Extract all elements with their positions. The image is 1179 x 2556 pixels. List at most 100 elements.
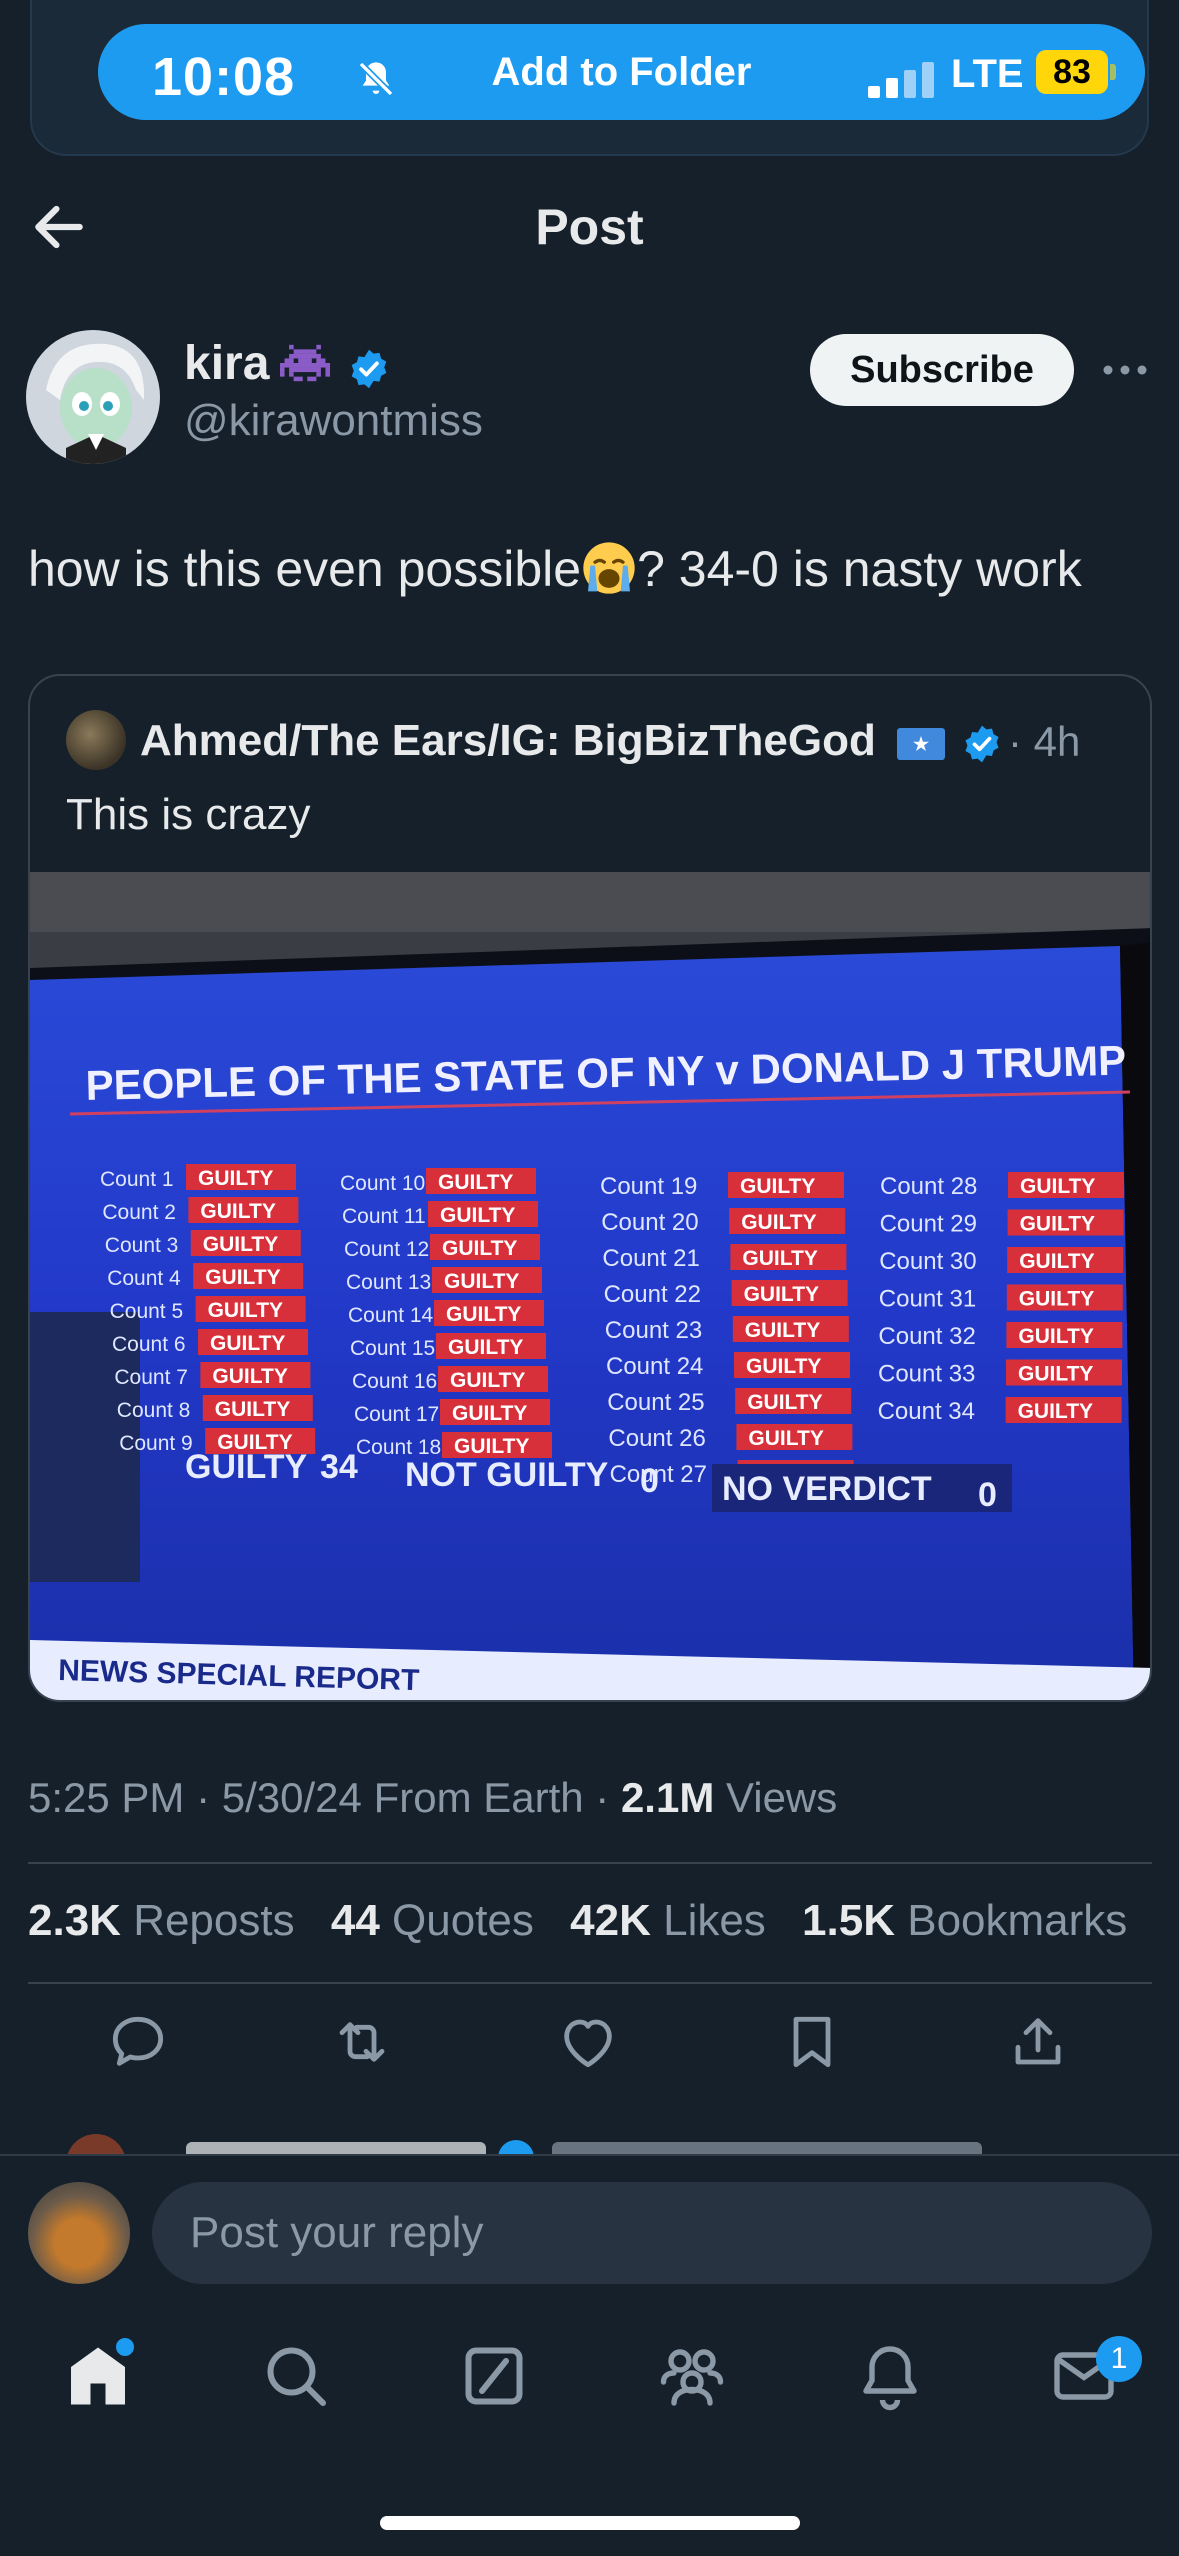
verdict-label: GUILTY — [448, 1336, 523, 1359]
count-label: Count 5 — [110, 1300, 184, 1323]
quoted-author-name[interactable]: Ahmed/The Ears/IG: BigBizTheGod — [140, 716, 876, 766]
reposts-stat[interactable]: 2.3K Reposts — [28, 1896, 295, 1945]
verdict-label: GUILTY — [210, 1332, 285, 1355]
count-label: Count 20 — [601, 1209, 698, 1236]
verdict-label: GUILTY — [208, 1299, 283, 1322]
avatar-illustration — [26, 330, 160, 464]
count-label: Count 3 — [105, 1234, 179, 1257]
bookmark-icon[interactable] — [780, 2010, 844, 2074]
notifications-icon[interactable] — [854, 2340, 926, 2412]
count-label: Count 7 — [114, 1366, 188, 1389]
reply-input[interactable]: Post your reply — [152, 2182, 1152, 2284]
tally-guilty-value: 34 — [320, 1448, 358, 1486]
alien-emoji-icon — [280, 344, 330, 382]
quoted-post-time: · 4h — [1008, 718, 1081, 765]
verdict-label: GUILTY — [1018, 1400, 1093, 1423]
verdict-label: GUILTY — [212, 1365, 287, 1388]
count-label: Count 33 — [878, 1361, 975, 1388]
count-label: Count 17 — [354, 1403, 439, 1426]
share-icon[interactable] — [1006, 2010, 1070, 2074]
grok-icon[interactable] — [458, 2340, 530, 2412]
verdict-label: GUILTY — [746, 1355, 821, 1378]
count-label: Count 2 — [102, 1201, 176, 1224]
verdict-label: GUILTY — [1020, 1213, 1095, 1236]
verdict-label: GUILTY — [446, 1303, 521, 1326]
repost-icon[interactable] — [330, 2010, 394, 2074]
divider-top — [28, 1862, 1152, 1864]
count-label: Count 26 — [608, 1425, 705, 1452]
quotes-label: Quotes — [392, 1896, 534, 1945]
verdict-label: GUILTY — [747, 1391, 822, 1414]
views-count: 2.1M — [620, 1774, 715, 1821]
bookmarks-label: Bookmarks — [907, 1896, 1128, 1945]
likes-count: 42K — [570, 1896, 651, 1945]
likes-label: Likes — [663, 1896, 766, 1945]
count-label: Count 24 — [606, 1353, 703, 1380]
post-meta: 5:25 PM · 5/30/24 From Earth · 2.1M View… — [28, 1774, 838, 1821]
post-time: 5:25 PM — [28, 1774, 185, 1821]
quoted-verified-badge-icon — [965, 725, 999, 763]
verdict-label: GUILTY — [740, 1175, 815, 1198]
verdict-label: GUILTY — [203, 1233, 278, 1256]
quoted-post-image[interactable]: PEOPLE OF THE STATE OF NY v DONALD J TRU… — [30, 872, 1150, 1700]
verdict-label: GUILTY — [454, 1435, 529, 1458]
count-label: Count 16 — [352, 1370, 437, 1393]
count-label: Count 9 — [119, 1432, 193, 1455]
count-label: Count 30 — [879, 1248, 976, 1275]
count-label: Count 19 — [600, 1173, 697, 1200]
count-label: Count 21 — [602, 1245, 699, 1272]
tv-screen-photo: PEOPLE OF THE STATE OF NY v DONALD J TRU… — [30, 872, 1150, 1700]
page-title: Post — [535, 199, 644, 255]
verdict-label: GUILTY — [444, 1270, 519, 1293]
post-source: From Earth — [373, 1774, 584, 1821]
count-label: Count 11 — [342, 1205, 426, 1228]
next-reply-peek-shapes — [67, 2134, 982, 2156]
author-name[interactable]: kira — [184, 336, 269, 391]
verdict-label: GUILTY — [1019, 1250, 1094, 1273]
author-handle[interactable]: @kirawontmiss — [184, 396, 483, 446]
verdict-label: GUILTY — [1020, 1175, 1095, 1198]
verdict-label: GUILTY — [1018, 1325, 1093, 1348]
quoted-post-card[interactable]: Ahmed/The Ears/IG: BigBizTheGod · 4h Thi… — [28, 674, 1152, 1702]
battery-nub — [1110, 64, 1116, 80]
verdict-label: GUILTY — [438, 1171, 513, 1194]
home-indicator — [380, 2516, 800, 2530]
crying-face-emoji-icon — [583, 542, 635, 594]
count-label: Count 6 — [112, 1333, 186, 1356]
somalia-flag-icon — [897, 728, 945, 760]
search-icon[interactable] — [260, 2340, 332, 2412]
add-to-folder-banner[interactable]: 10:08 Add to Folder LTE 83 — [98, 24, 1145, 120]
post-actions — [0, 2010, 1179, 2090]
post-text: how is this even possible ? 34-0 is nast… — [28, 536, 1158, 602]
bookmarks-stat[interactable]: 1.5K Bookmarks — [802, 1896, 1127, 1945]
likes-stat[interactable]: 42K Likes — [570, 1896, 766, 1945]
verdict-label: GUILTY — [748, 1427, 823, 1450]
bookmarks-count: 1.5K — [802, 1896, 895, 1945]
count-label: Count 29 — [880, 1211, 977, 1238]
subscribe-button[interactable]: Subscribe — [810, 334, 1074, 406]
count-label: Count 10 — [340, 1172, 425, 1195]
communities-icon[interactable] — [656, 2340, 728, 2412]
author-avatar[interactable] — [26, 330, 160, 464]
verdict-label: GUILTY — [745, 1319, 820, 1342]
tally-no-verdict: NO VERDICT — [722, 1470, 932, 1508]
quotes-stat[interactable]: 44 Quotes — [331, 1896, 534, 1945]
count-label: Count 8 — [117, 1399, 191, 1422]
current-user-avatar[interactable] — [28, 2182, 130, 2284]
like-icon[interactable] — [556, 2010, 620, 2074]
network-type: LTE — [951, 52, 1024, 96]
verdict-label: GUILTY — [744, 1283, 819, 1306]
count-label: Count 31 — [879, 1286, 976, 1313]
reply-icon[interactable] — [106, 2010, 170, 2074]
verdict-label: GUILTY — [205, 1266, 280, 1289]
verdict-label: GUILTY — [452, 1402, 527, 1425]
tally-not-guilty: NOT GUILTY — [405, 1456, 609, 1494]
count-label: Count 4 — [107, 1267, 181, 1290]
quotes-count: 44 — [330, 1896, 380, 1945]
more-options-icon[interactable] — [1100, 350, 1150, 390]
next-reply-peek — [0, 2124, 1179, 2156]
verdict-label: GUILTY — [741, 1211, 816, 1234]
verdict-label: GUILTY — [215, 1398, 290, 1421]
views-label: Views — [725, 1774, 838, 1821]
quoted-author-avatar[interactable] — [66, 710, 126, 770]
